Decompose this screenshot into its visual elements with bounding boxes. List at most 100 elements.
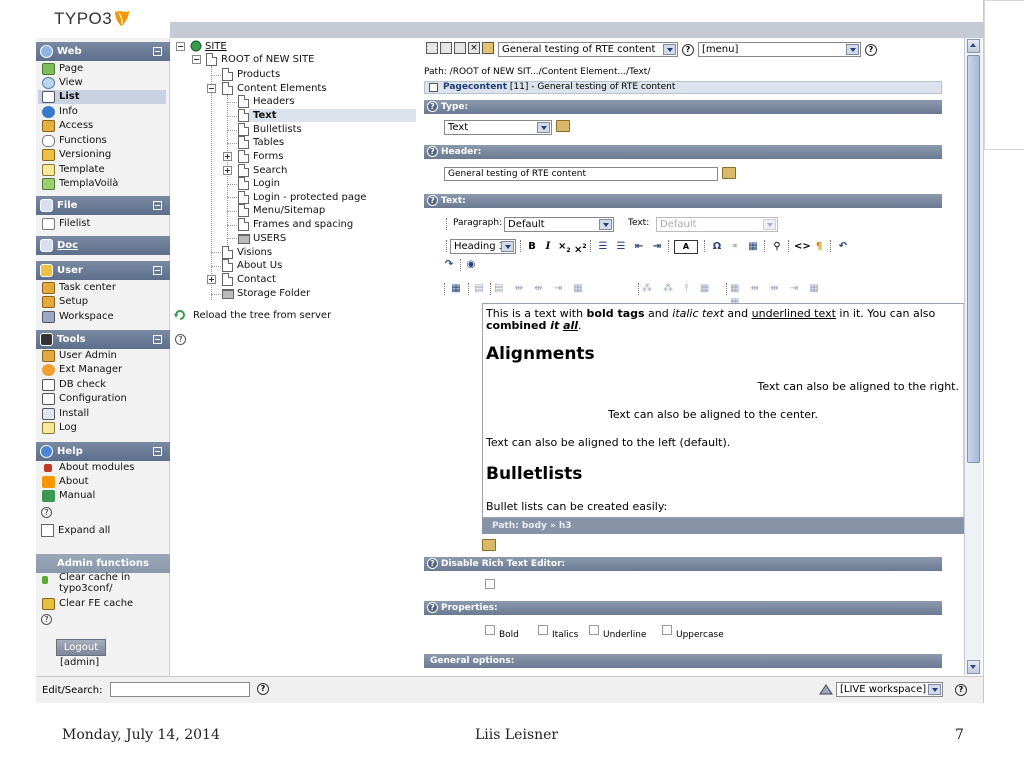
subscript-button[interactable]: ×2 [558, 240, 571, 254]
module-item-templavoila[interactable]: TemplaVoilà [42, 177, 118, 191]
help-icon[interactable]: ? [682, 44, 694, 56]
help-icon[interactable]: ? [427, 146, 438, 157]
module-item-manual[interactable]: Manual [42, 489, 95, 503]
tree-node-tables[interactable]: Tables [238, 136, 284, 149]
heading-select[interactable]: Heading 3 [450, 239, 516, 254]
tree-node-visions[interactable]: Visions [222, 246, 272, 259]
clear-cache-conf-link-line2[interactable]: typo3conf/ [42, 583, 113, 595]
module-item-list[interactable]: List [38, 90, 166, 104]
module-item-workspace[interactable]: Workspace [42, 310, 114, 324]
indent-button[interactable]: ⇥ [650, 240, 664, 254]
rte-editor-area[interactable]: This is a text with bold tags and italic… [482, 303, 978, 518]
module-item-setup[interactable]: Setup [42, 295, 88, 309]
edit-wizard-icon[interactable] [556, 120, 570, 132]
tree-node-login[interactable]: Login [238, 177, 280, 190]
bold-checkbox[interactable] [485, 625, 495, 635]
text-color-button[interactable]: A [674, 240, 698, 254]
help-icon[interactable]: ? [427, 602, 438, 613]
help-icon[interactable]: ? [427, 101, 438, 112]
module-item-template[interactable]: Template [42, 163, 105, 177]
find-icon[interactable]: ⚲ [770, 240, 784, 254]
scroll-up-icon[interactable] [967, 39, 980, 53]
disable-rte-checkbox[interactable] [485, 579, 495, 589]
help-icon[interactable]: ? [865, 44, 877, 56]
module-item-versioning[interactable]: Versioning [42, 148, 111, 162]
edit-search-input[interactable] [110, 682, 250, 697]
edit-wizard-icon[interactable] [482, 539, 496, 551]
table-icon[interactable]: ▦ [448, 282, 464, 296]
record-select[interactable]: General testing of RTE content [498, 42, 678, 57]
module-item-filelist[interactable]: Filelist [42, 217, 90, 231]
uppercase-checkbox[interactable] [662, 625, 672, 635]
tree-node-storage-folder[interactable]: Storage Folder [222, 287, 310, 300]
save-icon[interactable] [426, 42, 438, 54]
help-icon[interactable]: ? [955, 684, 967, 696]
tree-node-forms[interactable]: Forms [238, 150, 283, 163]
module-item-page[interactable]: Page [42, 62, 83, 76]
save-close-icon[interactable] [454, 42, 466, 54]
collapse-toggle[interactable] [176, 42, 185, 51]
tree-node-menu-sitemap[interactable]: Menu/Sitemap [238, 204, 325, 217]
tree-node-content-elements[interactable]: Content Elements [222, 82, 327, 95]
help-icon[interactable]: ? [175, 334, 186, 345]
expand-toggle[interactable] [207, 275, 216, 284]
tree-node-about-us[interactable]: About Us [222, 259, 282, 272]
help-icon[interactable]: ? [41, 507, 52, 518]
menu-select[interactable]: [menu] [698, 42, 861, 57]
tree-node-contact[interactable]: Contact [222, 273, 276, 286]
underline-checkbox[interactable] [589, 625, 599, 635]
html-mode-icon[interactable]: <> [794, 240, 811, 254]
tree-node-search[interactable]: Search [238, 164, 287, 177]
special-char-omega-icon[interactable]: Ω [710, 240, 724, 254]
expand-toggle[interactable] [223, 152, 232, 161]
header-input[interactable]: General testing of RTE content [444, 167, 718, 181]
module-item-about-modules[interactable]: About modules [42, 461, 134, 475]
close-icon[interactable]: × [468, 42, 480, 54]
insert-link-icon[interactable]: ⚭ [728, 240, 742, 254]
scroll-down-icon[interactable] [967, 660, 980, 674]
module-item-configuration[interactable]: Configuration [42, 392, 127, 406]
help-icon[interactable]: ? [427, 195, 438, 206]
unordered-list-button[interactable]: ☰ [614, 240, 628, 254]
module-group-file[interactable]: File [36, 196, 170, 215]
module-item-install[interactable]: Install [42, 407, 89, 421]
reload-tree-link[interactable]: Reload the tree from server [178, 309, 331, 322]
expand-toggle[interactable] [223, 166, 232, 175]
module-item-functions[interactable]: Functions [42, 134, 107, 148]
module-item-about[interactable]: About [42, 475, 89, 489]
module-item-ext-manager[interactable]: Ext Manager [42, 363, 122, 377]
undo-icon[interactable]: ↶ [836, 240, 850, 254]
collapse-icon[interactable] [153, 47, 162, 56]
redo-icon[interactable]: ↷ [442, 258, 456, 272]
outdent-button[interactable]: ⇤ [632, 240, 646, 254]
module-group-web[interactable]: Web [36, 42, 170, 61]
module-item-log[interactable]: Log [42, 421, 77, 435]
module-group-doc[interactable]: Doc [36, 236, 170, 255]
module-group-user[interactable]: User [36, 261, 170, 280]
tree-node-products[interactable]: Products [222, 68, 280, 81]
collapse-toggle[interactable] [207, 84, 216, 93]
workspace-select[interactable]: [LIVE workspace] [836, 682, 943, 697]
tree-node-site[interactable]: SITE [190, 40, 227, 53]
module-item-user-admin[interactable]: User Admin [42, 349, 117, 363]
save-view-icon[interactable] [440, 42, 452, 54]
collapse-icon[interactable] [153, 201, 162, 210]
tree-node-users[interactable]: USERS [238, 232, 286, 245]
collapse-icon[interactable] [153, 447, 162, 456]
superscript-button[interactable]: ×2 [574, 240, 587, 255]
scroll-thumb[interactable] [967, 55, 980, 463]
tree-node-headers[interactable]: Headers [238, 95, 295, 108]
help-icon[interactable]: ? [41, 614, 52, 625]
help-icon[interactable]: ? [257, 683, 269, 695]
italic-button[interactable]: I [542, 240, 554, 254]
ordered-list-button[interactable]: ☰ [596, 240, 610, 254]
insert-table-icon[interactable]: ▦ [746, 240, 760, 254]
tree-node-text[interactable]: Text [238, 109, 426, 122]
module-item-view[interactable]: View [42, 76, 83, 90]
collapse-icon[interactable] [153, 266, 162, 275]
module-item-info[interactable]: Info [42, 105, 78, 119]
tree-node-bulletlists[interactable]: Bulletlists [238, 123, 302, 136]
collapse-toggle[interactable] [192, 55, 201, 64]
module-item-task-center[interactable]: Task center [42, 281, 116, 295]
module-group-help[interactable]: Help [36, 442, 170, 461]
